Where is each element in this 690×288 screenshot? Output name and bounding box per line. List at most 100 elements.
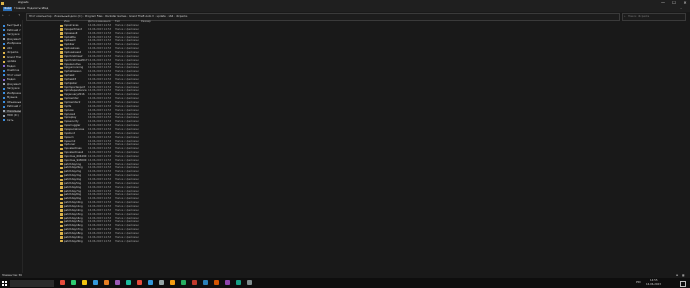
sidebar-item[interactable]: Grand Theft Auto V — [3, 56, 21, 60]
download-icon — [3, 87, 6, 90]
sidebar-item-label: Музыка — [7, 96, 18, 99]
tab-home[interactable]: Главная — [14, 7, 25, 11]
sidebar-item-label: Рабочий стол — [7, 105, 21, 108]
folder-icon — [60, 59, 63, 62]
terminal-icon[interactable] — [159, 280, 164, 285]
up-arrow-icon[interactable]: ↑ — [18, 14, 20, 18]
folder-icon — [60, 36, 63, 39]
folder-icon — [60, 97, 63, 101]
music-icon[interactable] — [181, 280, 186, 285]
sidebar-item[interactable]: Загрузки — [3, 87, 21, 91]
browser-icon[interactable] — [71, 280, 76, 285]
notification-icon[interactable] — [680, 281, 686, 287]
breadcrumb-item[interactable]: Grand Theft Auto V — [129, 15, 154, 18]
sidebar-item[interactable]: Загрузки — [3, 33, 21, 37]
breadcrumb-item[interactable]: dlcpacks — [176, 15, 187, 18]
folder-icon — [60, 55, 63, 58]
folder-icon — [60, 190, 63, 193]
task-view-icon[interactable] — [60, 280, 65, 285]
folder-icon — [60, 220, 63, 224]
folder-icon — [60, 151, 63, 154]
sidebar-item[interactable]: Видео — [3, 65, 21, 69]
back-arrow-icon[interactable]: ← — [2, 14, 4, 18]
folder-icon — [1, 1, 4, 5]
sidebar-item[interactable]: Быстрый доступ — [3, 24, 21, 28]
search-taskbar-box[interactable] — [10, 279, 54, 287]
tiles-view-icon[interactable]: ▦ — [682, 274, 684, 278]
sidebar-item[interactable]: Видео — [3, 78, 21, 82]
folder-icon — [60, 170, 63, 174]
tab-file[interactable]: Файл — [3, 7, 13, 11]
tab-view[interactable]: Вид — [43, 7, 48, 11]
desktop-icon — [3, 29, 6, 32]
sidebar-item[interactable]: HDD (D:) — [3, 114, 21, 118]
editor-icon[interactable] — [203, 280, 208, 285]
sidebar-item[interactable]: dlcpacks — [3, 51, 21, 55]
breadcrumb-item[interactable]: Локальный диск (C:) — [54, 15, 82, 18]
store-icon[interactable] — [104, 280, 109, 285]
sidebar-item-label: Документы — [7, 37, 21, 41]
chat-icon[interactable] — [126, 280, 131, 285]
folder-icon — [60, 132, 63, 135]
sidebar-item[interactable]: Локальный диск (C:) — [3, 109, 21, 114]
sidebar-item[interactable]: Музыка — [3, 96, 21, 100]
sidebar-item[interactable]: OneDrive — [3, 69, 21, 73]
app-icon[interactable] — [225, 280, 230, 285]
folder-icon — [60, 28, 63, 31]
language-indicator[interactable]: РУС — [636, 281, 641, 285]
sidebar-item[interactable]: Изображения — [3, 92, 21, 96]
sidebar-item[interactable]: Объемные объекты — [3, 101, 21, 105]
sidebar-item[interactable]: Сеть — [3, 119, 21, 123]
sidebar-item[interactable]: Рабочий стол — [3, 105, 21, 109]
navigation-pane: Быстрый доступРабочий столЗагрузкиДокуме… — [0, 20, 23, 273]
folder-icon — [60, 47, 63, 50]
folder-icon — [60, 209, 63, 212]
video-icon[interactable] — [192, 280, 197, 285]
breadcrumb-item[interactable]: update — [157, 15, 166, 18]
folder-icon — [60, 236, 63, 239]
folder-icon — [60, 193, 63, 197]
mail-icon[interactable] — [93, 280, 98, 285]
explorer-icon[interactable] — [82, 280, 87, 285]
sidebar-item-label: HDD (D:) — [7, 114, 19, 117]
image-icon — [3, 92, 6, 95]
photo-icon[interactable] — [214, 280, 219, 285]
breadcrumb-item[interactable]: Program Files — [85, 15, 102, 18]
tab-share[interactable]: Поделиться — [27, 7, 43, 11]
breadcrumb-item[interactable]: Rockstar Games — [105, 15, 126, 18]
game-icon[interactable] — [115, 280, 120, 285]
folder-icon — [60, 128, 63, 131]
breadcrumb-item[interactable]: Этот компьютер — [29, 15, 52, 18]
music-icon — [3, 96, 6, 99]
chevron-down-icon[interactable]: ⌄ — [680, 7, 682, 11]
sidebar-item-label: Grand Theft Auto V — [7, 55, 21, 59]
settings-icon[interactable] — [148, 280, 153, 285]
sidebar-item[interactable]: Изображения — [3, 42, 21, 46]
sidebar-item[interactable]: x64 — [3, 47, 21, 51]
sidebar-item[interactable]: Рабочий стол — [3, 29, 21, 33]
search-input[interactable]: Поиск: dlcpacks — [628, 15, 649, 19]
sidebar-item-label: Изображения — [7, 91, 21, 95]
windows-start-icon[interactable] — [2, 280, 7, 286]
sidebar-item-label: Видео — [7, 64, 16, 68]
app-icon[interactable] — [247, 280, 252, 285]
launcher-icon[interactable] — [170, 280, 175, 285]
folder-icon — [60, 113, 63, 116]
app-icon[interactable] — [236, 280, 241, 285]
sidebar-item[interactable]: update — [3, 60, 21, 64]
sidebar-item[interactable]: Этот компьютер — [3, 74, 21, 78]
file-name: patchday20ng — [64, 239, 83, 243]
folder-icon — [60, 32, 63, 35]
sidebar-item[interactable]: Документы — [3, 83, 21, 87]
clock-date[interactable]: 16.06.2023 — [646, 283, 661, 287]
file-row[interactable]: patchday20ng 16.06.2023 14:53 Папка с файл… — [60, 240, 160, 244]
sidebar-item-label: update — [7, 60, 17, 63]
media-icon[interactable] — [137, 280, 142, 285]
sidebar-item-label: Сеть — [7, 118, 14, 122]
drive-icon — [3, 110, 6, 113]
forward-arrow-icon[interactable]: → — [8, 14, 10, 18]
sidebar-item[interactable]: Документы — [3, 38, 21, 42]
document-icon — [3, 38, 6, 41]
details-view-icon[interactable]: ☰ — [676, 274, 678, 278]
sidebar-item-label: Этот компьютер — [7, 73, 21, 77]
